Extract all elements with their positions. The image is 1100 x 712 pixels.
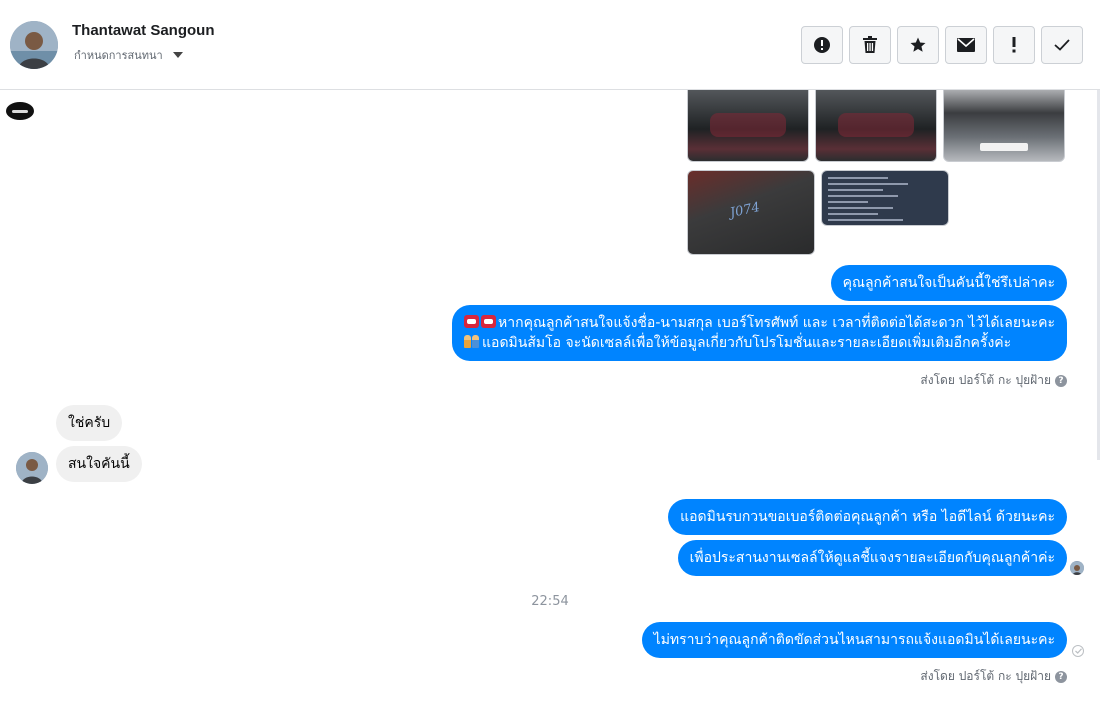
attachment-image[interactable] (687, 170, 815, 255)
important-button[interactable] (993, 26, 1035, 64)
outgoing-message[interactable]: เพื่อประสานงานเซลล์ให้ดูแลชี้แจงรายละเอี… (677, 540, 1067, 576)
sent-check-icon (1072, 645, 1084, 657)
sent-by-text: ส่งโดย ปอร์โต้ กะ ปุยฝ้าย (920, 373, 1051, 387)
sent-by-text: ส่งโดย ปอร์โต้ กะ ปุยฝ้าย (920, 669, 1051, 683)
contact-name[interactable]: Thantawat Sangoun (72, 22, 215, 39)
message-line: หากคุณลูกค้าสนใจแจ้งชื่อ-นามสกุล เบอร์โท… (498, 315, 1055, 331)
telephone-emoji-icon (464, 315, 480, 328)
outgoing-message[interactable]: หากคุณลูกค้าสนใจแจ้งชื่อ-นามสกุล เบอร์โท… (452, 305, 1067, 361)
message-line: แอดมินส้มโอ จะนัดเซลล์เพื่อให้ข้อมูลเกี่… (482, 335, 1012, 351)
report-button[interactable] (801, 26, 843, 64)
done-button[interactable] (1041, 26, 1083, 64)
telephone-emoji-icon (481, 315, 497, 328)
people-emoji-icon (464, 335, 480, 348)
caret-down-icon (172, 52, 183, 58)
delete-button[interactable] (849, 26, 891, 64)
incoming-message[interactable]: ใช่ครับ (56, 405, 123, 441)
toolbar (801, 26, 1083, 64)
mark-unread-button[interactable] (945, 26, 987, 64)
message-thread[interactable]: คุณลูกค้าสนใจเป็นคันนี้ใช่รึเปล่าคะ หากค… (0, 90, 1100, 712)
outgoing-message[interactable]: ไม่ทราบว่าคุณลูกค้าติดขัดส่วนไหนสามารถแจ… (641, 622, 1067, 658)
assign-conversation-dropdown[interactable]: กำหนดการสนทนา (74, 46, 183, 64)
check-icon (1054, 39, 1070, 51)
sent-by-label: ส่งโดย ปอร์โต้ กะ ปุยฝ้าย ? (920, 667, 1067, 686)
star-icon (910, 37, 926, 52)
outgoing-message[interactable]: แอดมินรบกวนขอเบอร์ติดต่อคุณลูกค้า หรือ ไ… (668, 499, 1067, 535)
star-button[interactable] (897, 26, 939, 64)
page-logo (6, 102, 34, 120)
sender-avatar[interactable] (16, 452, 48, 484)
envelope-icon (957, 38, 975, 52)
attachment-image[interactable] (815, 90, 937, 162)
attachment-image[interactable] (821, 170, 949, 226)
sent-by-label: ส่งโดย ปอร์โต้ กะ ปุยฝ้าย ? (920, 371, 1067, 390)
help-icon[interactable]: ? (1055, 374, 1067, 387)
attachment-image[interactable] (943, 90, 1065, 162)
attachment-image[interactable] (687, 90, 809, 162)
assign-conversation-label: กำหนดการสนทนา (74, 49, 163, 62)
contact-avatar[interactable] (10, 21, 58, 69)
seen-avatar (1070, 561, 1084, 575)
outgoing-message[interactable]: คุณลูกค้าสนใจเป็นคันนี้ใช่รึเปล่าคะ (830, 265, 1067, 301)
help-icon[interactable]: ? (1055, 670, 1067, 683)
alert-circle-icon (814, 37, 830, 53)
conversation-header: Thantawat Sangoun กำหนดการสนทนา (0, 0, 1100, 90)
incoming-message[interactable]: สนใจคันนี้ (56, 446, 142, 482)
trash-icon (863, 36, 877, 53)
timestamp-divider: 22:54 (531, 594, 569, 609)
exclamation-icon (1012, 37, 1016, 53)
